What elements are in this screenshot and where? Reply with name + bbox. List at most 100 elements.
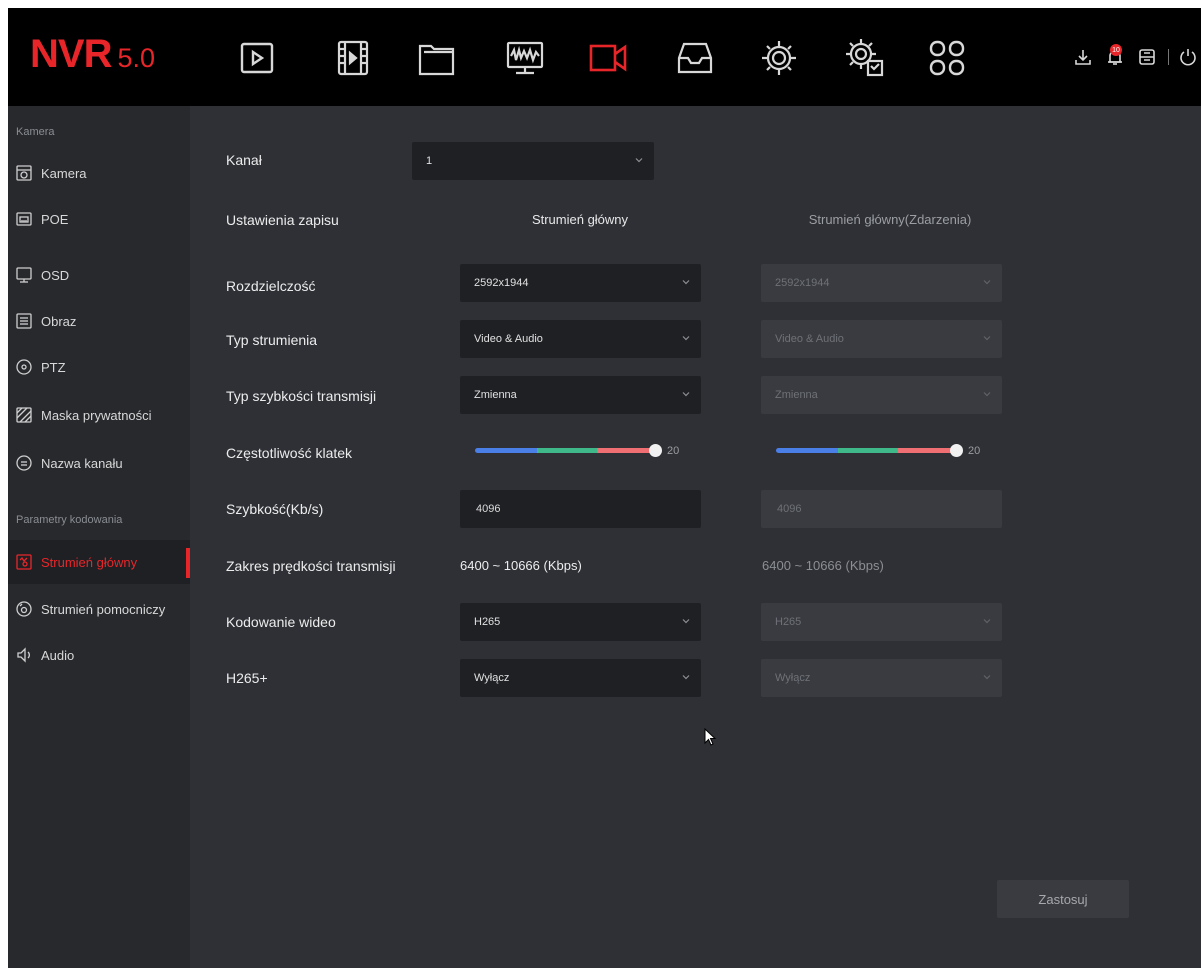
resolution-event-select: 2592x1944 [761, 264, 1002, 302]
sidebar-item-maska[interactable]: Maska prywatności [8, 393, 190, 437]
sidebar-item-label: Audio [41, 647, 75, 663]
apps-icon[interactable] [924, 36, 970, 80]
h265plus-event-select: Wyłącz [761, 659, 1002, 697]
framerate-main-slider[interactable]: 20 [475, 441, 695, 461]
sidebar-item-label: Strumień pomocniczy [41, 601, 166, 617]
chevron-down-icon [983, 336, 991, 341]
h265plus-main-value: Wyłącz [474, 672, 510, 684]
logo: NVR 5.0 [30, 32, 155, 82]
video-codec-event-value: H265 [775, 616, 802, 628]
resolution-main-select[interactable]: 2592x1944 [460, 264, 701, 302]
main-content: Kanał 1 Ustawienia zapisu Strumień główn… [190, 106, 1201, 968]
bitrate-event-value: 4096 [777, 503, 802, 515]
ptz-icon [15, 358, 33, 376]
sidebar-item-ptz[interactable]: PTZ [8, 345, 190, 389]
sidebar-item-osd[interactable]: OSD [8, 253, 190, 297]
framerate-label: Częstotliwość klatek [226, 445, 353, 461]
chevron-down-icon [983, 392, 991, 397]
slider-knob[interactable] [649, 444, 662, 457]
image-adjust-icon [15, 312, 33, 330]
system-monitor-icon[interactable] [502, 36, 548, 80]
file-manager-icon[interactable] [414, 36, 460, 80]
sidebar-item-nazwa-kanalu[interactable]: Nazwa kanału [8, 441, 190, 485]
sidebar-item-label: Kamera [41, 165, 87, 181]
bitrate-range-label: Zakres prędkości transmisji [226, 558, 396, 574]
stream-type-event-select: Video & Audio [761, 320, 1002, 358]
sidebar-item-label: POE [41, 211, 69, 227]
live-view-icon[interactable] [234, 36, 280, 80]
sidebar-item-audio[interactable]: Audio [8, 633, 190, 677]
bitrate-label: Szybkość(Kb/s) [226, 501, 324, 517]
top-bar: NVR 5.0 10 [8, 8, 1201, 106]
advanced-settings-icon[interactable] [842, 36, 888, 80]
chevron-down-icon [682, 336, 690, 341]
sidebar-item-label: Maska prywatności [41, 407, 152, 423]
resolution-main-value: 2592x1944 [474, 277, 529, 289]
h265plus-event-value: Wyłącz [775, 672, 811, 684]
chevron-down-icon [682, 619, 690, 624]
video-codec-main-select[interactable]: H265 [460, 603, 701, 641]
stream-type-main-value: Video & Audio [474, 333, 543, 345]
channel-value: 1 [426, 155, 433, 167]
framerate-event-value: 20 [968, 445, 981, 457]
chevron-down-icon [682, 675, 690, 680]
dome-camera-icon [15, 164, 33, 182]
sidebar-item-label: Nazwa kanału [41, 455, 123, 471]
chevron-down-icon [983, 675, 991, 680]
chevron-down-icon [635, 158, 643, 163]
channel-select[interactable]: 1 [412, 142, 654, 180]
bitrate-range-main: 6400 ~ 10666 (Kbps) [460, 558, 582, 573]
apply-button[interactable]: Zastosuj [997, 880, 1129, 918]
sidebar-item-poe[interactable]: POE [8, 197, 190, 241]
playback-icon[interactable] [330, 36, 376, 80]
column-main-stream: Strumień główny [531, 212, 629, 227]
stream-type-event-value: Video & Audio [775, 333, 844, 345]
sidebar-section-encoding: Parametry kodowania [16, 514, 123, 526]
settings-icon[interactable] [756, 36, 802, 80]
resolution-event-value: 2592x1944 [775, 277, 830, 289]
video-codec-label: Kodowanie wideo [226, 614, 336, 630]
download-icon[interactable] [1070, 44, 1096, 70]
slider-track [776, 448, 956, 453]
bitrate-main-value: 4096 [476, 503, 501, 515]
mouse-cursor-icon [704, 728, 717, 746]
sidebar-item-strumien-glowny[interactable]: Strumień główny [8, 540, 190, 584]
system-icons: 10 [1064, 44, 1201, 70]
sidebar-item-obraz[interactable]: Obraz [8, 299, 190, 343]
power-icon[interactable] [1175, 44, 1201, 70]
chevron-down-icon [983, 280, 991, 285]
alarm-bell-icon[interactable]: 10 [1102, 44, 1128, 70]
video-codec-event-select: H265 [761, 603, 1002, 641]
sidebar: Kamera Kamera POE OSD Obraz PTZ Maska pr… [8, 106, 190, 968]
sidebar-item-label: PTZ [41, 359, 66, 375]
privacy-mask-icon [15, 406, 33, 424]
chevron-down-icon [682, 280, 690, 285]
sidebar-item-label: OSD [41, 267, 70, 283]
sidebar-item-strumien-pomocniczy[interactable]: Strumień pomocniczy [8, 587, 190, 631]
camera-config-icon[interactable] [586, 36, 632, 80]
logo-brand: NVR [30, 32, 112, 76]
sidebar-item-kamera[interactable]: Kamera [8, 151, 190, 195]
logo-version: 5.0 [117, 43, 155, 73]
storage-icon[interactable] [672, 36, 718, 80]
main-stream-icon [15, 553, 33, 571]
stream-type-main-select[interactable]: Video & Audio [460, 320, 701, 358]
backup-icon[interactable] [1134, 44, 1160, 70]
bitrate-range-event: 6400 ~ 10666 (Kbps) [762, 558, 884, 573]
bitrate-main-input[interactable]: 4096 [460, 490, 701, 528]
chevron-down-icon [682, 392, 690, 397]
chevron-down-icon [983, 619, 991, 624]
video-codec-main-value: H265 [474, 616, 501, 628]
record-settings-label: Ustawienia zapisu [226, 212, 339, 228]
slider-track [475, 448, 655, 453]
bitrate-type-main-select[interactable]: Zmienna [460, 376, 701, 414]
channel-label: Kanał [226, 152, 262, 168]
separator [1168, 49, 1169, 65]
sidebar-section-camera: Kamera [16, 126, 55, 138]
sidebar-item-label: Strumień główny [41, 554, 138, 570]
speaker-icon [15, 646, 33, 664]
framerate-event-slider: 20 [776, 441, 996, 461]
slider-knob [950, 444, 963, 457]
h265plus-main-select[interactable]: Wyłącz [460, 659, 701, 697]
column-event-stream: Strumień główny(Zdarzenia) [808, 212, 972, 227]
